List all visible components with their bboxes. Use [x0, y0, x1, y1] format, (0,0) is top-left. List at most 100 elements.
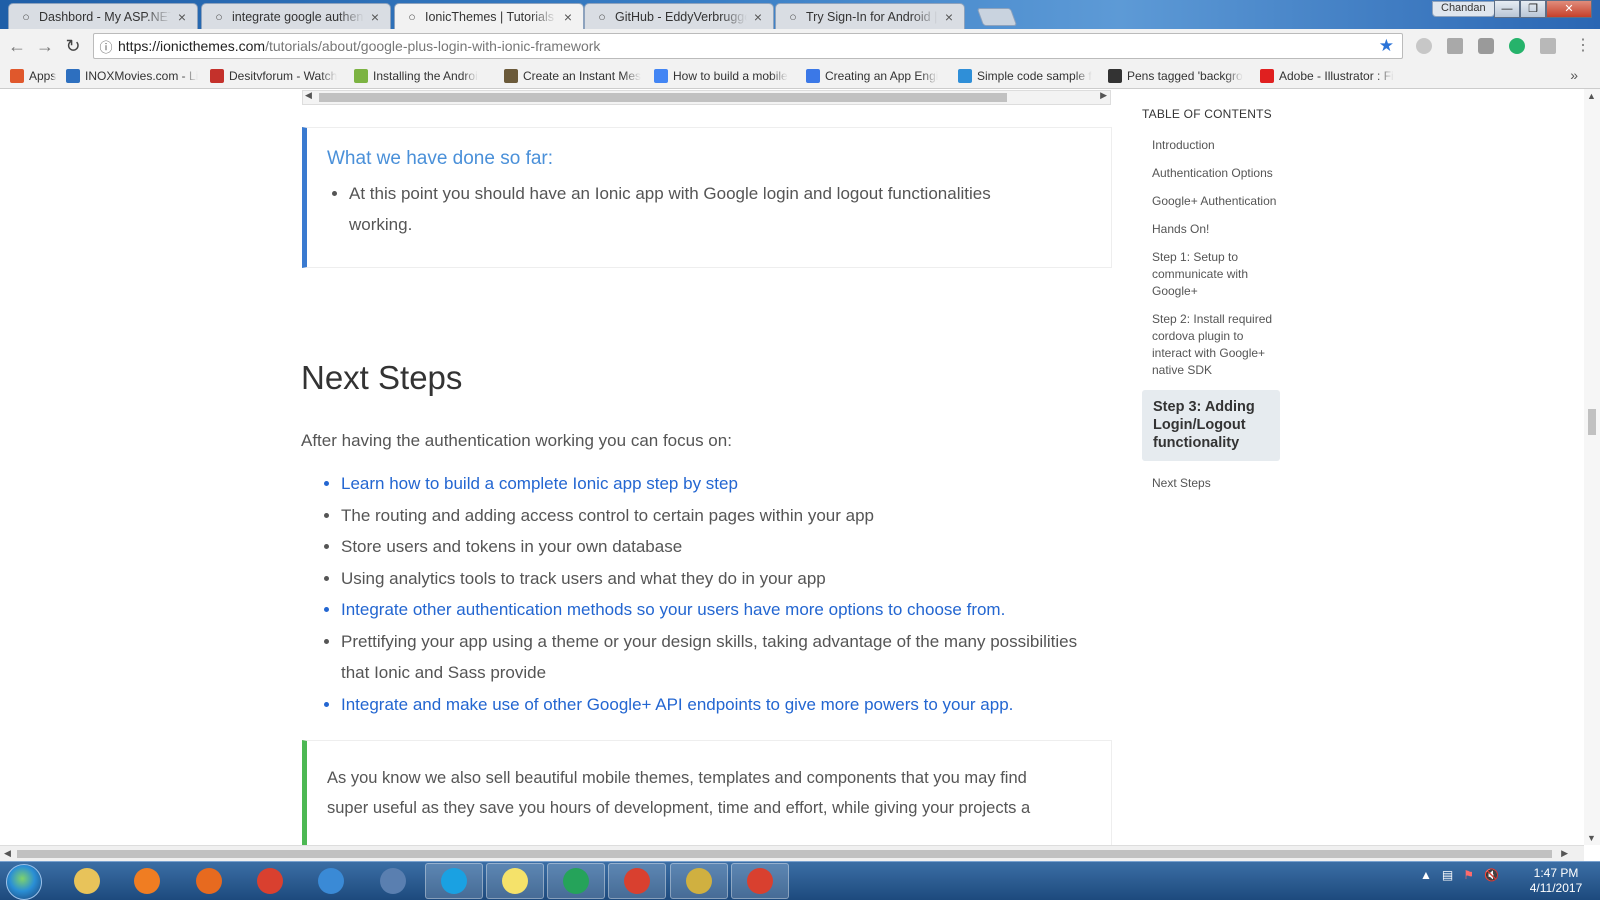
bookmark-item[interactable]: Apps: [10, 68, 56, 83]
browser-tab[interactable]: ○ Dashbord - My ASP.NET ×: [8, 3, 198, 29]
next-step-link[interactable]: Learn how to build a complete Ionic app …: [341, 474, 738, 493]
grammar-extension-icon[interactable]: [1447, 38, 1463, 54]
network-icon[interactable]: ▤: [1442, 868, 1453, 882]
action-center-flag-icon[interactable]: ⚑: [1463, 868, 1474, 882]
tab-title: Dashbord - My ASP.NET: [39, 9, 171, 24]
google-dev-icon: ○: [789, 9, 797, 24]
bookmark-item[interactable]: Desitvforum - Watch: [210, 68, 344, 83]
chrome-icon: [624, 868, 650, 894]
forward-button[interactable]: →: [34, 36, 56, 58]
grammarly-extension-icon[interactable]: [1509, 38, 1525, 54]
new-tab-button[interactable]: [976, 8, 1018, 26]
taskbar-app[interactable]: [118, 863, 176, 899]
browser-tab[interactable]: ○ GitHub - EddyVerbrugge ×: [584, 3, 774, 29]
next-step-text: The routing and adding access control to…: [341, 505, 874, 525]
globe-extension-icon[interactable]: [1416, 38, 1432, 54]
menu-icon[interactable]: ⋮: [1572, 36, 1594, 58]
volume-muted-icon[interactable]: 🔇: [1484, 868, 1499, 882]
ionic-icon: ○: [408, 9, 416, 24]
horizontal-scroll-thumb[interactable]: [17, 850, 1552, 858]
scroll-right-icon[interactable]: ▶: [1561, 848, 1568, 859]
next-step-link[interactable]: Integrate and make use of other Google+ …: [341, 695, 1013, 714]
next-step-item[interactable]: Integrate other authentication methods s…: [341, 594, 1101, 626]
code-block-scrollbar[interactable]: ◀ ▶: [302, 90, 1111, 105]
toc-link[interactable]: Google+ Authentication: [1142, 193, 1282, 210]
taskbar-app[interactable]: [608, 863, 666, 899]
taskbar-app[interactable]: [670, 863, 728, 899]
bookmark-item[interactable]: Installing the Androi: [354, 68, 494, 83]
sticky-notes-icon: [502, 868, 528, 894]
tab-title: integrate google authent: [232, 9, 364, 24]
toc-link[interactable]: Step 1: Setup to communicate with Google…: [1142, 249, 1282, 300]
vertical-scroll-thumb[interactable]: [1588, 409, 1596, 435]
scroll-right-icon[interactable]: ▶: [1100, 90, 1107, 101]
taskbar-app[interactable]: [486, 863, 544, 899]
bookmark-item[interactable]: Pens tagged 'backgro: [1108, 68, 1250, 83]
bookmark-item[interactable]: How to build a mobile: [654, 68, 796, 83]
start-button[interactable]: [6, 864, 42, 900]
browser-tab[interactable]: ○ IonicThemes | Tutorials | ×: [394, 3, 584, 29]
bookmark-label: Apps: [29, 68, 56, 83]
bookmark-item[interactable]: Adobe - Illustrator : Fi: [1260, 68, 1400, 83]
file-explorer-icon: [74, 868, 100, 894]
camera-extension-icon[interactable]: [1478, 38, 1494, 54]
profile-badge[interactable]: Chandan: [1432, 1, 1495, 17]
taskbar-app[interactable]: [364, 863, 422, 899]
tab-close-icon[interactable]: ×: [751, 9, 765, 25]
table-of-contents: TABLE OF CONTENTS Introduction Authentica…: [1142, 107, 1282, 503]
next-step-item[interactable]: Integrate and make use of other Google+ …: [341, 689, 1101, 721]
page-horizontal-scrollbar[interactable]: ◀ ▶: [0, 845, 1584, 861]
tray-expand-icon[interactable]: ▲: [1420, 868, 1432, 882]
toc-link[interactable]: Introduction: [1142, 137, 1282, 154]
summary-list: At this point you should have an Ionic a…: [349, 178, 1049, 240]
more-bookmarks-icon[interactable]: »: [1570, 67, 1578, 83]
bookmark-item[interactable]: INOXMovies.com - Li: [66, 68, 200, 83]
toc-link[interactable]: Step 2: Install required cordova plugin …: [1142, 311, 1282, 379]
bookmark-item[interactable]: Create an Instant Mes: [504, 68, 644, 83]
taskbar-app[interactable]: [547, 863, 605, 899]
taskbar-app[interactable]: [302, 863, 360, 899]
tab-close-icon[interactable]: ×: [368, 9, 382, 25]
taskbar-app[interactable]: [241, 863, 299, 899]
bookmark-item[interactable]: Creating an App Engi: [806, 68, 948, 83]
toc-link[interactable]: Authentication Options: [1142, 165, 1282, 182]
summary-item: At this point you should have an Ionic a…: [349, 178, 1049, 240]
minimize-button[interactable]: —: [1494, 0, 1520, 18]
browser-tab[interactable]: ○ Try Sign-In for Android | ×: [775, 3, 965, 29]
tab-close-icon[interactable]: ×: [175, 9, 189, 25]
reload-button[interactable]: ↻: [62, 36, 84, 58]
bookmark-item[interactable]: Simple code sample f: [958, 68, 1098, 83]
bookmark-label: Installing the Androi: [373, 68, 478, 83]
page-viewport: ◀ ▶ What we have done so far: At this po…: [0, 89, 1584, 845]
page-vertical-scrollbar[interactable]: ▲ ▼: [1584, 89, 1600, 845]
scroll-left-icon[interactable]: ◀: [4, 848, 11, 859]
back-button[interactable]: ←: [6, 36, 28, 58]
tab-close-icon[interactable]: ×: [561, 9, 575, 25]
scroll-up-icon[interactable]: ▲: [1587, 91, 1596, 101]
code-scroll-thumb[interactable]: [319, 93, 1007, 102]
system-clock[interactable]: 1:47 PM 4/11/2017: [1524, 866, 1588, 896]
tab-close-icon[interactable]: ×: [942, 9, 956, 25]
toc-link[interactable]: Next Steps: [1142, 475, 1282, 492]
toc-link[interactable]: Step 3: Adding Login/Logout functionalit…: [1142, 390, 1280, 461]
taskbar-app[interactable]: [731, 863, 789, 899]
shield-extension-icon[interactable]: [1540, 38, 1556, 54]
taskbar-app[interactable]: [425, 863, 483, 899]
taskbar-app[interactable]: [180, 863, 238, 899]
close-window-button[interactable]: ✕: [1546, 0, 1592, 18]
scroll-left-icon[interactable]: ◀: [305, 90, 312, 101]
site-info-icon[interactable]: ⓘ: [94, 37, 118, 56]
next-step-item[interactable]: Learn how to build a complete Ionic app …: [341, 468, 1101, 500]
toc-link[interactable]: Hands On!: [1142, 221, 1282, 238]
restore-button[interactable]: ❐: [1520, 0, 1546, 18]
bookmark-star-icon[interactable]: ★: [1379, 36, 1394, 56]
windows-taskbar: ▲ ▤ ⚑ 🔇 1:47 PM 4/11/2017: [0, 861, 1600, 900]
scroll-down-icon[interactable]: ▼: [1587, 833, 1596, 843]
desitv-icon: [210, 68, 224, 83]
browser-tab[interactable]: ○ integrate google authent ×: [201, 3, 391, 29]
chrome-icon: [747, 868, 773, 894]
internet-explorer-icon: [318, 868, 344, 894]
taskbar-app[interactable]: [58, 863, 116, 899]
address-bar[interactable]: ⓘ https://ionicthemes.com/tutorials/abou…: [93, 33, 1403, 59]
next-step-link[interactable]: Integrate other authentication methods s…: [341, 600, 1005, 619]
